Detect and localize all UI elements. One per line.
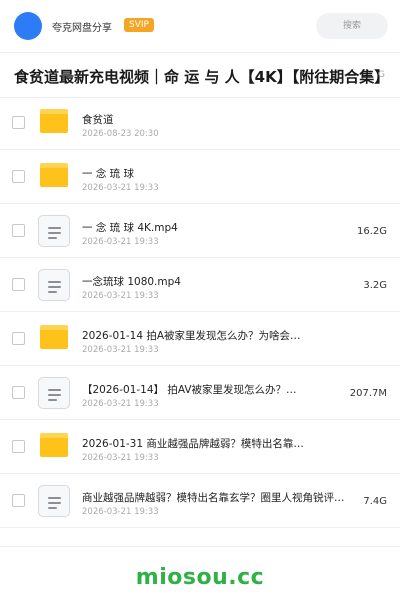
folder-row[interactable]: 一 念 琉 球 2026-03-21 19:33 <box>0 150 400 204</box>
top-header: 夸克网盘分享 SVIP 搜索 <box>0 0 400 52</box>
folder-row[interactable]: 2026-01-31 商业越强品牌越弱？模特出名靠… 2026-03-21 19:… <box>0 420 400 474</box>
search-input[interactable]: 搜索 <box>316 13 388 39</box>
file-row[interactable]: 一 念 琉 球 4K.mp4 2026-03-21 19:33 16.2G <box>0 204 400 258</box>
select-checkbox[interactable] <box>12 170 25 183</box>
item-size: 207.7M <box>349 388 387 399</box>
share-title-bar: 食贫道最新充电视频｜命 运 与 人【4K】【附往期合集】 G <box>0 52 400 98</box>
select-checkbox[interactable] <box>12 224 25 237</box>
select-checkbox[interactable] <box>12 332 25 345</box>
item-date: 2026-03-21 19:33 <box>82 345 159 355</box>
item-size: 3.2G <box>363 280 387 291</box>
page-title: 食贫道最新充电视频｜命 运 与 人【4K】【附往期合集】 <box>14 68 390 86</box>
file-row[interactable]: 【2026-01-14】 拍AV被家里发现怎么办？… 2026-03-21 19:… <box>0 366 400 420</box>
video-file-icon <box>38 215 70 247</box>
file-list: 食贫道 2026-08-23 20:30 一 念 琉 球 2026-03-21 19:… <box>0 96 400 528</box>
item-name: 商业越强品牌越弱？模特出名靠玄学？圈里人视角锐评时… <box>82 492 352 504</box>
video-file-icon <box>38 269 70 301</box>
item-date: 2026-08-23 20:30 <box>82 129 159 139</box>
folder-row[interactable]: 2026-01-14 拍A被家里发现怎么办？为啥会… 2026-03-21 19:… <box>0 312 400 366</box>
video-file-icon <box>38 377 70 409</box>
item-date: 2026-03-21 19:33 <box>82 507 159 517</box>
avatar[interactable] <box>14 12 42 40</box>
item-size: 7.4G <box>363 496 387 507</box>
total-size: G <box>378 70 385 80</box>
item-name: 一 念 琉 球 <box>82 168 135 180</box>
item-date: 2026-03-21 19:33 <box>82 399 159 409</box>
watermark: miosou.cc <box>135 565 265 590</box>
select-checkbox[interactable] <box>12 116 25 129</box>
select-checkbox[interactable] <box>12 494 25 507</box>
select-checkbox[interactable] <box>12 386 25 399</box>
folder-icon <box>40 109 68 133</box>
file-row[interactable]: 一念琉球 1080.mp4 2026-03-21 19:33 3.2G <box>0 258 400 312</box>
svip-badge: SVIP <box>124 18 154 32</box>
folder-icon <box>40 163 68 187</box>
item-date: 2026-03-21 19:33 <box>82 183 159 193</box>
item-name: 一念琉球 1080.mp4 <box>82 276 181 288</box>
video-file-icon <box>38 485 70 517</box>
folder-row[interactable]: 食贫道 2026-08-23 20:30 <box>0 96 400 150</box>
select-checkbox[interactable] <box>12 440 25 453</box>
file-row[interactable]: 商业越强品牌越弱？模特出名靠玄学？圈里人视角锐评时… 2026-03-21 19:… <box>0 474 400 528</box>
item-name: 食贫道 <box>82 114 114 126</box>
item-name: 一 念 琉 球 4K.mp4 <box>82 222 178 234</box>
select-checkbox[interactable] <box>12 278 25 291</box>
item-date: 2026-03-21 19:33 <box>82 291 159 301</box>
item-name: 2026-01-31 商业越强品牌越弱？模特出名靠… <box>82 438 304 450</box>
username: 夸克网盘分享 <box>52 23 112 34</box>
folder-icon <box>40 325 68 349</box>
item-date: 2026-03-21 19:33 <box>82 237 159 247</box>
item-name: 【2026-01-14】 拍AV被家里发现怎么办？… <box>82 384 297 396</box>
item-size: 16.2G <box>356 226 387 237</box>
folder-icon <box>40 433 68 457</box>
item-date: 2026-03-21 19:33 <box>82 453 159 463</box>
item-name: 2026-01-14 拍A被家里发现怎么办？为啥会… <box>82 330 301 342</box>
